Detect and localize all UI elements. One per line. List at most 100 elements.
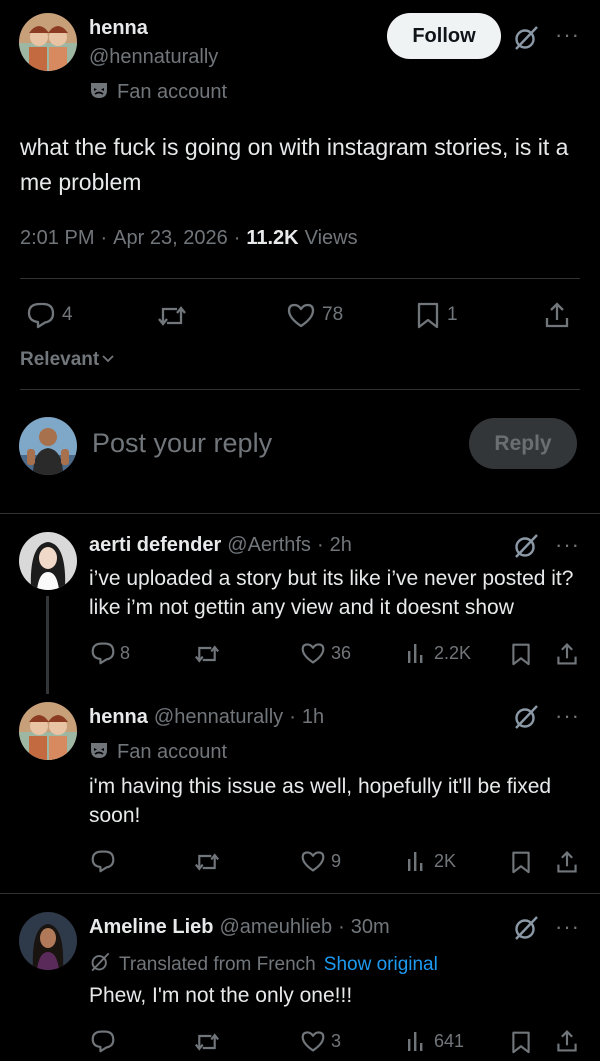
meta-separator: · xyxy=(233,227,241,249)
like-count: 9 xyxy=(331,850,342,871)
bookmark-action[interactable]: 1 xyxy=(415,301,458,329)
author-handle[interactable]: @ameuhlieb xyxy=(219,916,332,939)
more-options-icon[interactable]: ··· xyxy=(555,534,580,556)
divider xyxy=(0,893,600,894)
more-options-icon[interactable]: ··· xyxy=(555,705,580,727)
like-count: 78 xyxy=(322,304,344,325)
reply-time[interactable]: 30m xyxy=(351,916,390,939)
like-count: 3 xyxy=(331,1030,342,1051)
views-icon xyxy=(406,641,428,665)
reply-time[interactable]: 1h xyxy=(302,706,324,729)
share-icon[interactable] xyxy=(543,300,571,330)
share-icon[interactable] xyxy=(555,641,579,667)
reply-input[interactable]: Post your reply xyxy=(92,428,272,459)
reply-header: henna @hennaturally · 1h xyxy=(89,706,324,729)
reply-icon xyxy=(26,301,56,329)
reply-action[interactable]: 4 xyxy=(26,301,73,329)
views-count: 641 xyxy=(434,1030,465,1051)
sort-label: Relevant xyxy=(20,349,100,370)
show-original-link[interactable]: Show original xyxy=(324,954,438,976)
share-icon[interactable] xyxy=(555,849,579,875)
reply-action[interactable]: 8 xyxy=(90,641,130,665)
reply-icon[interactable] xyxy=(90,849,116,873)
like-action[interactable]: 78 xyxy=(286,301,343,329)
like-count: 36 xyxy=(331,642,352,663)
reply-text: i'm having this issue as well, hopefully… xyxy=(89,775,552,827)
views-icon xyxy=(406,849,428,873)
post-time[interactable]: 2:01 PM xyxy=(20,227,94,250)
repost-icon[interactable] xyxy=(193,850,221,874)
avatar[interactable] xyxy=(19,13,77,71)
reply-icon xyxy=(90,641,116,665)
grok-icon[interactable] xyxy=(512,532,540,560)
reply-text: Phew, I'm not the only one!!! xyxy=(89,984,353,1007)
avatar[interactable] xyxy=(19,912,77,970)
avatar[interactable] xyxy=(19,532,77,590)
reply-button-label: Reply xyxy=(494,431,552,455)
bookmark-icon[interactable] xyxy=(510,849,532,875)
fan-account-badge: Fan account xyxy=(89,80,227,105)
divider xyxy=(0,513,600,514)
repost-icon[interactable] xyxy=(156,302,188,330)
repost-icon[interactable] xyxy=(193,1030,221,1054)
author-handle[interactable]: @hennaturally xyxy=(89,46,218,69)
reply-header: Ameline Lieb @ameuhlieb · 30m xyxy=(89,916,390,939)
reply-time[interactable]: 2h xyxy=(330,534,352,557)
grok-icon[interactable] xyxy=(512,914,540,942)
author-name[interactable]: Ameline Lieb xyxy=(89,916,213,939)
views-action[interactable]: 2K xyxy=(406,849,456,873)
like-action[interactable]: 36 xyxy=(300,641,351,665)
post-date[interactable]: Apr 23, 2026 xyxy=(113,227,228,250)
like-action[interactable]: 9 xyxy=(300,849,341,873)
avatar[interactable] xyxy=(19,417,77,475)
reply-count: 8 xyxy=(120,642,131,663)
meta-separator: · xyxy=(338,916,345,938)
avatar[interactable] xyxy=(19,702,77,760)
reply-button[interactable]: Reply xyxy=(469,418,577,469)
views-count: 11.2K xyxy=(246,227,299,249)
views-count: 2K xyxy=(434,850,457,871)
mask-icon xyxy=(89,740,109,765)
views-action[interactable]: 641 xyxy=(406,1029,464,1053)
sort-dropdown[interactable]: Relevant xyxy=(20,349,115,371)
meta-separator: · xyxy=(289,706,296,728)
divider xyxy=(20,389,580,390)
bookmark-count: 1 xyxy=(447,304,458,325)
author-name[interactable]: henna xyxy=(89,706,148,729)
heart-icon xyxy=(300,1029,326,1053)
more-options-icon[interactable]: ··· xyxy=(555,916,580,938)
translated-label: Translated from French xyxy=(119,953,316,975)
grok-icon[interactable] xyxy=(512,24,540,52)
views-icon xyxy=(406,1029,428,1053)
divider xyxy=(20,278,580,279)
grok-icon[interactable] xyxy=(512,703,540,731)
author-name[interactable]: aerti defender xyxy=(89,534,221,557)
thread-line xyxy=(46,596,49,694)
like-action[interactable]: 3 xyxy=(300,1029,341,1053)
views-count: 2.2K xyxy=(434,642,472,663)
badge-label: Fan account xyxy=(117,81,228,103)
reply-text: i’ve uploaded a story but its like i’ve … xyxy=(89,567,574,619)
badge-label: Fan account xyxy=(117,741,228,763)
bookmark-icon[interactable] xyxy=(510,641,532,667)
more-options-icon[interactable]: ··· xyxy=(555,24,580,46)
author-handle[interactable]: @Aerthfs xyxy=(227,534,311,557)
meta-separator: · xyxy=(100,227,108,249)
heart-icon xyxy=(300,849,326,873)
repost-icon[interactable] xyxy=(193,642,221,666)
author-handle[interactable]: @hennaturally xyxy=(154,706,283,729)
bookmark-icon xyxy=(415,301,441,329)
reply-count: 4 xyxy=(62,304,73,325)
bookmark-icon[interactable] xyxy=(510,1029,532,1055)
views-action[interactable]: 2.2K xyxy=(406,641,471,665)
translation-note: Translated from French Show original xyxy=(89,951,438,978)
reply-icon[interactable] xyxy=(90,1029,116,1053)
share-icon[interactable] xyxy=(555,1028,579,1054)
heart-icon xyxy=(300,641,326,665)
views-label: Views xyxy=(304,227,358,249)
follow-button[interactable]: Follow xyxy=(387,13,501,59)
author-name[interactable]: henna xyxy=(89,17,148,40)
chevron-down-icon xyxy=(101,351,115,369)
reply-header: aerti defender @Aerthfs · 2h xyxy=(89,534,352,557)
mask-icon xyxy=(89,80,109,105)
